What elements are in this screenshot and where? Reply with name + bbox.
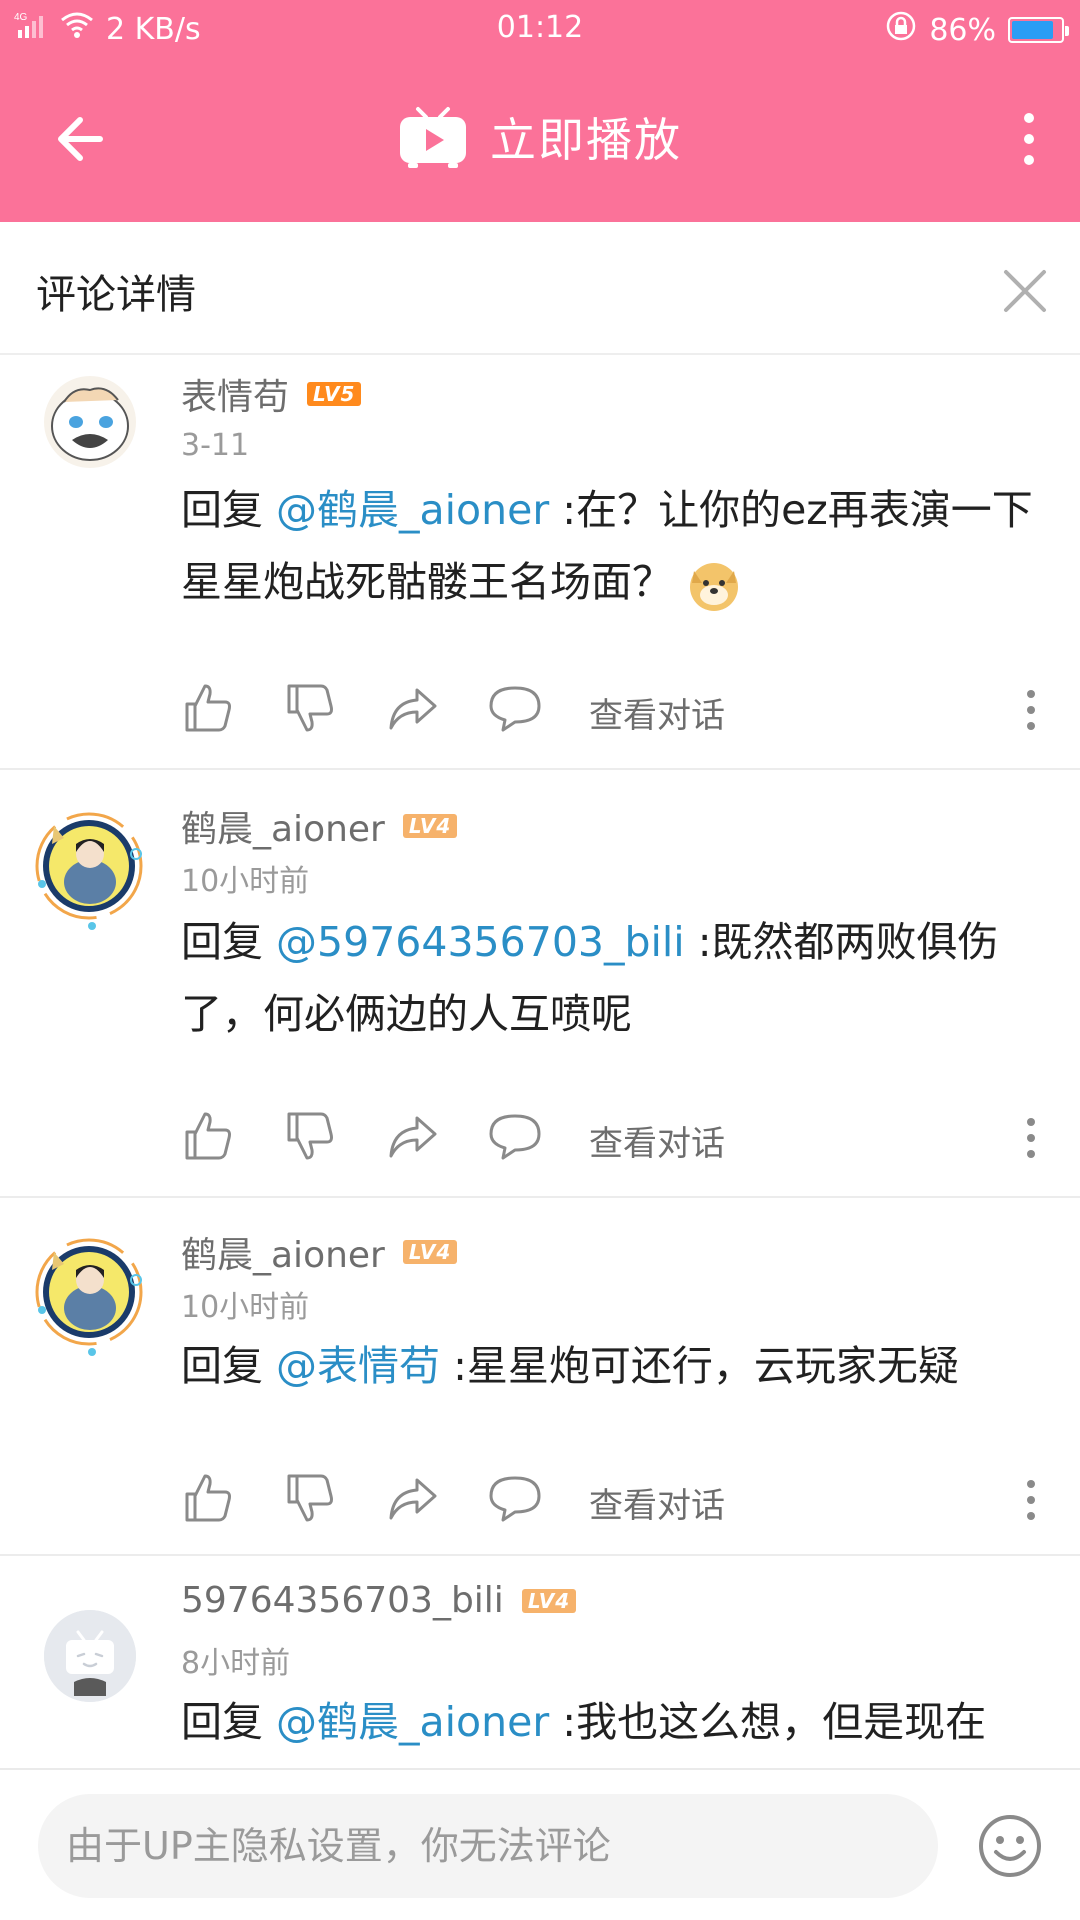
close-button[interactable] xyxy=(1000,266,1050,316)
comment-item: 鹤晨_aioner LV4 10小时前 回复 @59764356703_bili… xyxy=(0,772,1080,1198)
comment-time: 10小时前 xyxy=(181,864,310,899)
mention-link[interactable]: @59764356703_bili xyxy=(276,918,685,966)
comment-text: 回复 @59764356703_bili :既然都两败俱伤了，何必俩边的人互喷呢 xyxy=(181,906,1041,1050)
share-icon xyxy=(389,688,437,730)
chat-bubble-icon xyxy=(489,1114,541,1160)
comment-actions: 查看对话 xyxy=(181,1470,1041,1530)
comment-actions: 查看对话 xyxy=(181,1108,1041,1168)
comment-more-button[interactable] xyxy=(1021,1116,1041,1160)
comment-item: 鹤晨_aioner LV4 10小时前 回复 @表情苟 :星星炮可还行，云玩家无… xyxy=(0,1200,1080,1556)
like-button[interactable] xyxy=(181,1470,237,1526)
more-vertical-icon xyxy=(1027,1118,1035,1158)
avatar[interactable] xyxy=(44,1610,136,1702)
more-options-button[interactable] xyxy=(1004,104,1054,174)
comment-input-bar xyxy=(0,1768,1080,1920)
header: 4G 2 KB/s 01:12 86% 立即播放 xyxy=(0,0,1080,222)
thumbs-up-icon xyxy=(185,1112,231,1160)
tv-play-icon xyxy=(400,107,466,168)
level-badge: LV4 xyxy=(402,1240,458,1264)
crying-face-icon xyxy=(51,387,129,461)
rotation-lock-icon xyxy=(885,10,917,50)
comment-body: :我也这么想，但是现在 xyxy=(549,1698,987,1746)
reply-button[interactable] xyxy=(487,1470,543,1526)
comment-more-button[interactable] xyxy=(1021,1478,1041,1522)
comment-list[interactable]: 表情苟 LV5 3-11 回复 @鹤晨_aioner :在？让你的ez再表演一下… xyxy=(0,356,1080,1766)
dislike-button[interactable] xyxy=(283,1470,339,1526)
like-button[interactable] xyxy=(181,680,237,736)
comment-time: 8小时前 xyxy=(181,1646,291,1681)
avatar-frame-icon xyxy=(35,812,143,930)
avatar[interactable] xyxy=(24,1230,154,1360)
battery-percent: 86% xyxy=(929,12,996,48)
emoji-button[interactable] xyxy=(976,1812,1044,1880)
comment-more-button[interactable] xyxy=(1021,688,1041,732)
share-button[interactable] xyxy=(385,1108,441,1164)
reply-prefix: 回复 xyxy=(181,486,277,534)
close-icon xyxy=(1004,270,1046,312)
comment-text: 回复 @鹤晨_aioner :我也这么想，但是现在 xyxy=(181,1686,1041,1758)
chat-bubble-icon xyxy=(489,1476,541,1522)
avatar[interactable] xyxy=(44,376,136,468)
battery-icon xyxy=(1008,17,1069,43)
view-conversation-link[interactable]: 查看对话 xyxy=(589,1478,725,1527)
share-icon xyxy=(389,1116,437,1158)
dislike-button[interactable] xyxy=(283,680,339,736)
reply-button[interactable] xyxy=(487,1108,543,1164)
view-conversation-link[interactable]: 查看对话 xyxy=(589,688,725,737)
page-title: 评论详情 xyxy=(36,272,196,318)
thumbs-down-icon xyxy=(287,684,333,732)
comment-detail-header: 评论详情 xyxy=(0,222,1080,355)
share-icon xyxy=(389,1478,437,1520)
share-button[interactable] xyxy=(385,1470,441,1526)
comment-text: 回复 @表情苟 :星星炮可还行，云玩家无疑 xyxy=(181,1330,1041,1402)
reply-prefix: 回复 xyxy=(181,1698,277,1746)
mention-link[interactable]: @表情苟 xyxy=(276,1342,440,1390)
comment-item: 表情苟 LV5 3-11 回复 @鹤晨_aioner :在？让你的ez再表演一下… xyxy=(0,356,1080,770)
thumbs-up-icon xyxy=(185,1474,231,1522)
reply-button[interactable] xyxy=(487,680,543,736)
comment-time: 10小时前 xyxy=(181,1290,310,1325)
comment-item: 59764356703_bili LV4 8小时前 回复 @鹤晨_aioner … xyxy=(0,1558,1080,1766)
thumbs-down-icon xyxy=(287,1112,333,1160)
level-badge: LV4 xyxy=(402,814,458,838)
reply-prefix: 回复 xyxy=(181,918,277,966)
thumbs-down-icon xyxy=(287,1474,333,1522)
level-badge: LV5 xyxy=(307,382,362,406)
like-button[interactable] xyxy=(181,1108,237,1164)
comment-input[interactable] xyxy=(38,1794,938,1898)
more-vertical-icon xyxy=(1027,1480,1035,1520)
comment-time: 3-11 xyxy=(181,428,250,463)
thumbs-up-icon xyxy=(185,684,231,732)
comment-text: 回复 @鹤晨_aioner :在？让你的ez再表演一下星星炮战死骷髅王名场面？ xyxy=(181,474,1041,618)
username[interactable]: 表情苟 xyxy=(181,368,289,420)
app-bar: 立即播放 xyxy=(0,56,1080,222)
chat-bubble-icon xyxy=(489,686,541,732)
username[interactable]: 鹤晨_aioner xyxy=(181,800,385,852)
default-tv-avatar-icon xyxy=(44,1610,136,1702)
more-vertical-icon xyxy=(1024,113,1034,165)
level-badge: LV4 xyxy=(521,1588,577,1613)
clock: 01:12 xyxy=(496,10,584,45)
comment-actions: 查看对话 xyxy=(181,680,1041,740)
comment-body: :星星炮可还行，云玩家无疑 xyxy=(440,1342,959,1390)
status-bar: 4G 2 KB/s 01:12 86% xyxy=(0,0,1080,56)
dislike-button[interactable] xyxy=(283,1108,339,1164)
mention-link[interactable]: @鹤晨_aioner xyxy=(276,486,549,534)
avatar-frame-icon xyxy=(35,1238,143,1356)
play-now-label: 立即播放 xyxy=(490,113,682,167)
avatar[interactable] xyxy=(24,804,154,934)
doge-emoji-icon xyxy=(686,557,742,613)
share-button[interactable] xyxy=(385,680,441,736)
play-now-button[interactable]: 立即播放 xyxy=(0,102,1080,172)
reply-prefix: 回复 xyxy=(181,1342,277,1390)
username[interactable]: 鹤晨_aioner xyxy=(181,1226,385,1278)
more-vertical-icon xyxy=(1027,690,1035,730)
mention-link[interactable]: @鹤晨_aioner xyxy=(276,1698,549,1746)
view-conversation-link[interactable]: 查看对话 xyxy=(589,1116,725,1165)
username[interactable]: 59764356703_bili xyxy=(181,1580,504,1621)
emoji-icon xyxy=(979,1815,1041,1877)
